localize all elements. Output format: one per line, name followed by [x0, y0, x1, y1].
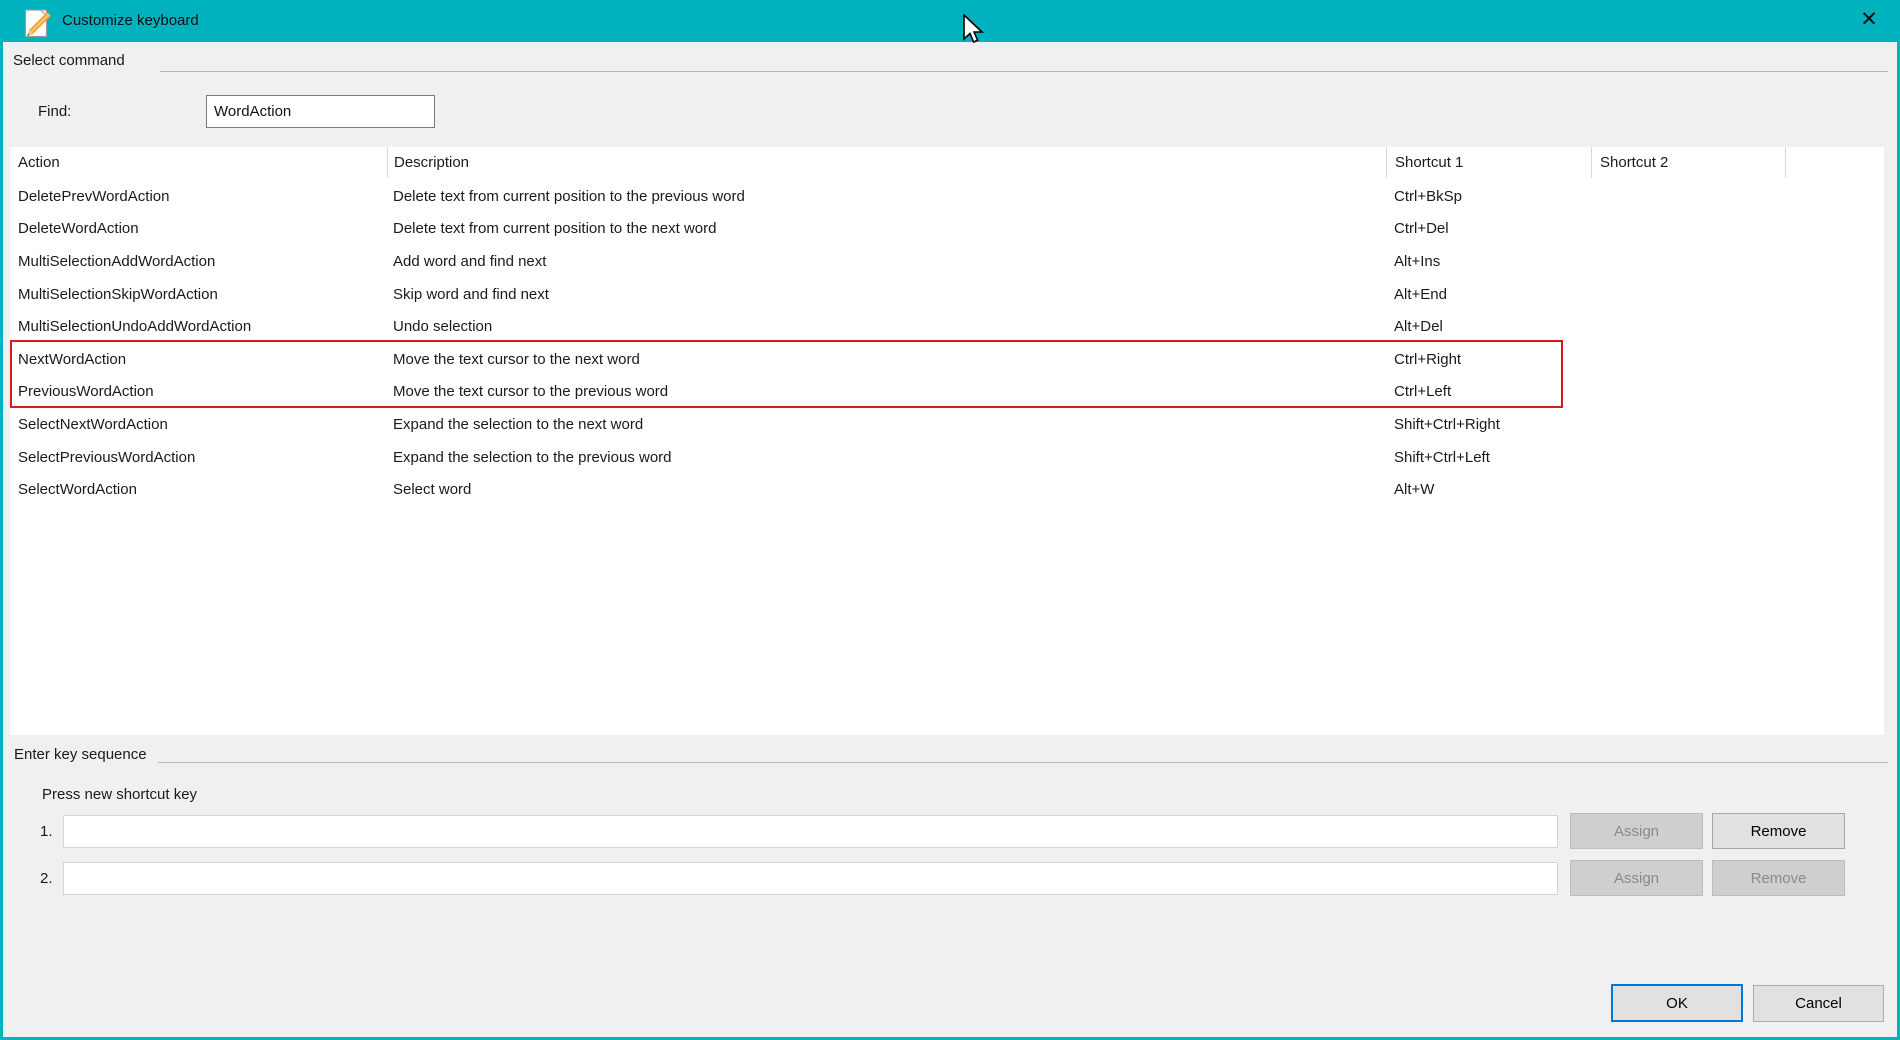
cell-action: MultiSelectionSkipWordAction	[10, 286, 387, 303]
cell-description: Undo selection	[387, 318, 1386, 335]
table-row[interactable]: MultiSelectionUndoAddWordActionUndo sele…	[10, 310, 1884, 343]
cell-shortcut1: Ctrl+BkSp	[1386, 188, 1591, 205]
table-row[interactable]: MultiSelectionAddWordActionAdd word and …	[10, 245, 1884, 278]
header-filler	[1785, 147, 1884, 178]
cell-description: Move the text cursor to the next word	[387, 351, 1386, 368]
press-new-shortcut-label: Press new shortcut key	[42, 786, 197, 803]
cell-description: Delete text from current position to the…	[387, 220, 1386, 237]
cell-action: NextWordAction	[10, 351, 387, 368]
shortcut-input-1[interactable]	[63, 815, 1558, 848]
cell-shortcut1: Alt+End	[1386, 286, 1591, 303]
command-table: Action Description Shortcut 1 Shortcut 2…	[10, 147, 1884, 735]
table-row[interactable]: DeletePrevWordActionDelete text from cur…	[10, 180, 1884, 213]
cell-shortcut1: Ctrl+Del	[1386, 220, 1591, 237]
window-title: Customize keyboard	[62, 0, 199, 42]
find-input[interactable]	[206, 95, 435, 128]
cell-description: Delete text from current position to the…	[387, 188, 1386, 205]
notepad-pencil-icon	[24, 8, 52, 38]
cell-action: SelectWordAction	[10, 481, 387, 498]
table-row[interactable]: NextWordActionMove the text cursor to th…	[10, 343, 1884, 376]
assign-button-1[interactable]: Assign	[1570, 813, 1703, 849]
cell-action: MultiSelectionUndoAddWordAction	[10, 318, 387, 335]
remove-button-2[interactable]: Remove	[1712, 860, 1845, 896]
table-row[interactable]: SelectNextWordActionExpand the selection…	[10, 408, 1884, 441]
cell-action: PreviousWordAction	[10, 383, 387, 400]
close-button[interactable]: ✕	[1846, 0, 1892, 42]
header-shortcut2[interactable]: Shortcut 2	[1591, 147, 1785, 178]
cell-shortcut1: Shift+Ctrl+Left	[1386, 449, 1591, 466]
cell-shortcut1: Shift+Ctrl+Right	[1386, 416, 1591, 433]
cell-shortcut1: Ctrl+Left	[1386, 383, 1591, 400]
cell-action: SelectNextWordAction	[10, 416, 387, 433]
remove-button-1[interactable]: Remove	[1712, 813, 1845, 849]
close-icon: ✕	[1860, 8, 1878, 31]
table-row[interactable]: SelectWordActionSelect wordAlt+W	[10, 473, 1884, 506]
assign-button-2[interactable]: Assign	[1570, 860, 1703, 896]
header-action[interactable]: Action	[10, 147, 387, 178]
table-row[interactable]: SelectPreviousWordActionExpand the selec…	[10, 441, 1884, 474]
cancel-button[interactable]: Cancel	[1753, 985, 1884, 1022]
cell-action: MultiSelectionAddWordAction	[10, 253, 387, 270]
cell-action: SelectPreviousWordAction	[10, 449, 387, 466]
cell-description: Move the text cursor to the previous wor…	[387, 383, 1386, 400]
cell-shortcut1: Alt+W	[1386, 481, 1591, 498]
table-body: DeletePrevWordActionDelete text from cur…	[10, 180, 1884, 506]
header-shortcut1[interactable]: Shortcut 1	[1386, 147, 1591, 178]
titlebar[interactable]: Customize keyboard ✕	[0, 0, 1900, 42]
cell-description: Skip word and find next	[387, 286, 1386, 303]
table-row[interactable]: PreviousWordActionMove the text cursor t…	[10, 376, 1884, 409]
cell-description: Expand the selection to the previous wor…	[387, 449, 1386, 466]
cell-description: Select word	[387, 481, 1386, 498]
slot1-index: 1.	[40, 823, 60, 840]
cell-shortcut1: Alt+Ins	[1386, 253, 1591, 270]
table-header: Action Description Shortcut 1 Shortcut 2	[10, 147, 1884, 178]
cell-description: Expand the selection to the next word	[387, 416, 1386, 433]
table-row[interactable]: DeleteWordActionDelete text from current…	[10, 213, 1884, 246]
cell-action: DeleteWordAction	[10, 220, 387, 237]
select-command-legend: Select command	[13, 52, 125, 69]
ok-button[interactable]: OK	[1611, 984, 1743, 1022]
cell-shortcut1: Alt+Del	[1386, 318, 1591, 335]
slot2-index: 2.	[40, 870, 60, 887]
enter-key-sequence-groupline	[158, 762, 1888, 763]
cell-action: DeletePrevWordAction	[10, 188, 387, 205]
table-row[interactable]: MultiSelectionSkipWordActionSkip word an…	[10, 278, 1884, 311]
cell-description: Add word and find next	[387, 253, 1386, 270]
header-description[interactable]: Description	[387, 147, 1386, 178]
find-label: Find:	[38, 103, 71, 120]
cell-shortcut1: Ctrl+Right	[1386, 351, 1591, 368]
select-command-groupline	[160, 71, 1888, 72]
enter-key-sequence-legend: Enter key sequence	[14, 746, 147, 763]
shortcut-input-2[interactable]	[63, 862, 1558, 895]
